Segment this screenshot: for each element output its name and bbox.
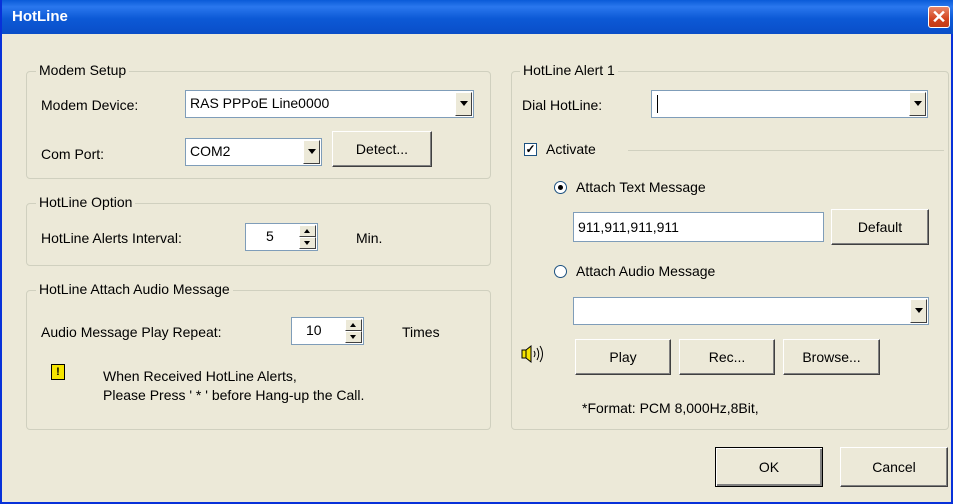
- dial-hotline-select[interactable]: [651, 90, 928, 118]
- chevron-down-icon[interactable]: [455, 92, 472, 116]
- activate-divider: [628, 150, 944, 151]
- repeat-unit: Times: [402, 324, 440, 340]
- attach-audio-label[interactable]: Attach Audio Message: [576, 263, 715, 279]
- interval-stepper[interactable]: [299, 225, 316, 249]
- hotline-option-legend: HotLine Option: [36, 194, 136, 210]
- text-message-input[interactable]: 911,911,911,911: [573, 212, 824, 242]
- spin-up-icon[interactable]: [299, 225, 316, 237]
- interval-unit: Min.: [356, 230, 383, 246]
- com-port-label: Com Port:: [41, 146, 105, 162]
- default-button[interactable]: Default: [831, 209, 929, 245]
- attach-audio-radio[interactable]: [554, 265, 567, 278]
- speaker-icon: [520, 343, 546, 365]
- com-port-value: COM2: [190, 143, 231, 159]
- chevron-down-icon[interactable]: [909, 92, 926, 116]
- attach-text-label[interactable]: Attach Text Message: [576, 179, 706, 195]
- interval-value: 5: [266, 228, 274, 244]
- com-port-select[interactable]: COM2: [185, 138, 322, 166]
- audio-message-legend: HotLine Attach Audio Message: [36, 281, 233, 297]
- detect-button[interactable]: Detect...: [332, 131, 432, 167]
- modem-device-value: RAS PPPoE Line0000: [190, 95, 330, 111]
- text-message-value: 911,911,911,911: [578, 219, 679, 235]
- modem-device-label: Modem Device:: [41, 97, 139, 113]
- title-bar[interactable]: HotLine ✕: [2, 0, 953, 34]
- interval-spinner[interactable]: 5: [245, 223, 318, 251]
- rec-button[interactable]: Rec...: [679, 339, 775, 375]
- dial-hotline-label: Dial HotLine:: [522, 97, 603, 113]
- activate-label[interactable]: Activate: [546, 141, 596, 157]
- ok-button[interactable]: OK: [715, 447, 823, 487]
- spin-down-icon[interactable]: [345, 331, 362, 343]
- alert1-group: [511, 71, 949, 430]
- format-note: *Format: PCM 8,000Hz,8Bit,: [582, 400, 759, 416]
- attach-text-radio[interactable]: [554, 181, 567, 194]
- play-button[interactable]: Play: [575, 339, 671, 375]
- note-line-2: Please Press ' * ' before Hang-up the Ca…: [103, 387, 365, 403]
- alert1-legend: HotLine Alert 1: [520, 62, 618, 78]
- chevron-down-icon[interactable]: [910, 299, 927, 323]
- browse-button[interactable]: Browse...: [783, 339, 880, 375]
- cancel-button[interactable]: Cancel: [840, 447, 948, 487]
- audio-message-group: [26, 290, 491, 430]
- repeat-label: Audio Message Play Repeat:: [41, 324, 222, 340]
- note-line-1: When Received HotLine Alerts,: [103, 368, 297, 384]
- text-cursor: [657, 95, 658, 113]
- activate-checkbox[interactable]: ✓: [524, 143, 537, 156]
- interval-label: HotLine Alerts Interval:: [41, 230, 182, 246]
- modem-device-select[interactable]: RAS PPPoE Line0000: [185, 90, 474, 118]
- repeat-value: 10: [306, 322, 322, 338]
- spin-up-icon[interactable]: [345, 319, 362, 331]
- audio-file-select[interactable]: [573, 297, 929, 325]
- repeat-spinner[interactable]: 10: [291, 317, 364, 345]
- close-icon: ✕: [931, 7, 947, 27]
- hotline-dialog: HotLine ✕ Modem Setup Modem Device: RAS …: [0, 0, 953, 504]
- chevron-down-icon[interactable]: [303, 140, 320, 164]
- window-title: HotLine: [12, 8, 68, 25]
- close-button[interactable]: ✕: [928, 6, 950, 28]
- modem-setup-legend: Modem Setup: [36, 62, 130, 78]
- spin-down-icon[interactable]: [299, 237, 316, 249]
- repeat-stepper[interactable]: [345, 319, 362, 343]
- warning-icon: !: [51, 364, 65, 380]
